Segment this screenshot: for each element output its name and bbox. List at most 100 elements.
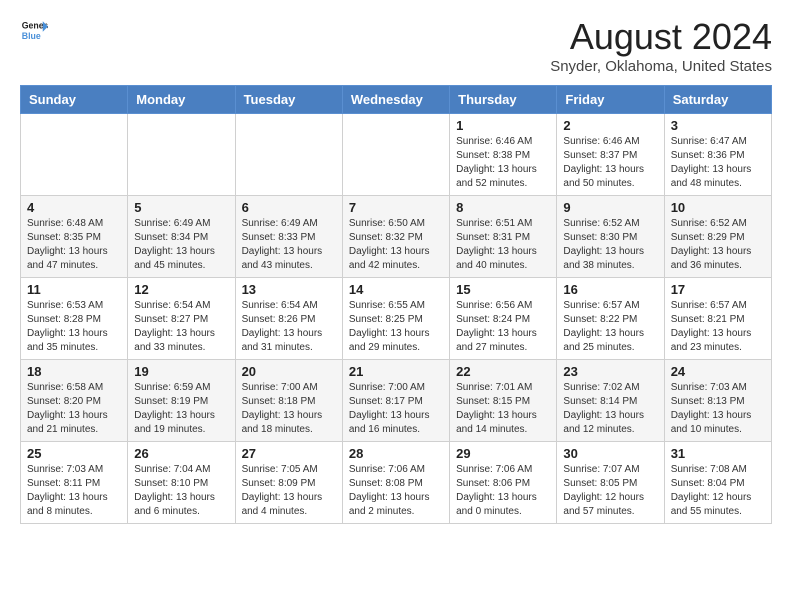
day-number: 1 (456, 118, 550, 133)
weekday-header-row: SundayMondayTuesdayWednesdayThursdayFrid… (21, 86, 772, 114)
calendar-cell (342, 114, 449, 196)
title-area: August 2024 Snyder, Oklahoma, United Sta… (550, 16, 772, 75)
day-info: Sunrise: 6:46 AM Sunset: 8:38 PM Dayligh… (456, 135, 550, 191)
calendar-cell (235, 114, 342, 196)
calendar-cell: 8 Sunrise: 6:51 AM Sunset: 8:31 PM Daylig… (450, 196, 557, 278)
day-info: Sunrise: 6:57 AM Sunset: 8:22 PM Dayligh… (563, 299, 657, 355)
day-number: 30 (563, 446, 657, 461)
day-number: 19 (134, 364, 228, 379)
day-number: 21 (349, 364, 443, 379)
calendar-cell: 25 Sunrise: 7:03 AM Sunset: 8:11 PM Dayli… (21, 442, 128, 524)
day-number: 4 (27, 200, 121, 215)
calendar-cell: 24 Sunrise: 7:03 AM Sunset: 8:13 PM Dayli… (664, 360, 771, 442)
calendar-cell: 2 Sunrise: 6:46 AM Sunset: 8:37 PM Daylig… (557, 114, 664, 196)
day-number: 5 (134, 200, 228, 215)
day-info: Sunrise: 6:49 AM Sunset: 8:34 PM Dayligh… (134, 217, 228, 273)
day-number: 25 (27, 446, 121, 461)
day-number: 6 (242, 200, 336, 215)
calendar-table: SundayMondayTuesdayWednesdayThursdayFrid… (20, 85, 772, 524)
calendar-week-4: 25 Sunrise: 7:03 AM Sunset: 8:11 PM Dayli… (21, 442, 772, 524)
day-info: Sunrise: 6:57 AM Sunset: 8:21 PM Dayligh… (671, 299, 765, 355)
calendar-cell: 12Sunrise: 6:54 AM Sunset: 8:27 PM Dayli… (128, 278, 235, 360)
day-info: Sunrise: 6:48 AM Sunset: 8:35 PM Dayligh… (27, 217, 121, 273)
calendar-cell: 31Sunrise: 7:08 AM Sunset: 8:04 PM Dayli… (664, 442, 771, 524)
main-title: August 2024 (550, 16, 772, 58)
calendar-cell: 6Sunrise: 6:49 AM Sunset: 8:33 PM Daylig… (235, 196, 342, 278)
day-info: Sunrise: 6:52 AM Sunset: 8:29 PM Dayligh… (671, 217, 765, 273)
day-info: Sunrise: 6:46 AM Sunset: 8:37 PM Dayligh… (563, 135, 657, 191)
day-info: Sunrise: 7:04 AM Sunset: 8:10 PM Dayligh… (134, 463, 228, 519)
day-number: 26 (134, 446, 228, 461)
calendar-cell: 23 Sunrise: 7:02 AM Sunset: 8:14 PM Dayli… (557, 360, 664, 442)
day-info: Sunrise: 7:00 AM Sunset: 8:18 PM Dayligh… (242, 381, 336, 437)
day-number: 24 (671, 364, 765, 379)
day-number: 3 (671, 118, 765, 133)
calendar-cell: 29Sunrise: 7:06 AM Sunset: 8:06 PM Dayli… (450, 442, 557, 524)
calendar-cell: 26 Sunrise: 7:04 AM Sunset: 8:10 PM Dayli… (128, 442, 235, 524)
weekday-header-sunday: Sunday (21, 86, 128, 114)
calendar-cell: 21Sunrise: 7:00 AM Sunset: 8:17 PM Dayli… (342, 360, 449, 442)
day-number: 11 (27, 282, 121, 297)
calendar-header: SundayMondayTuesdayWednesdayThursdayFrid… (21, 86, 772, 114)
calendar-cell: 5 Sunrise: 6:49 AM Sunset: 8:34 PM Daylig… (128, 196, 235, 278)
calendar-cell: 4 Sunrise: 6:48 AM Sunset: 8:35 PM Daylig… (21, 196, 128, 278)
day-number: 2 (563, 118, 657, 133)
calendar-week-1: 4 Sunrise: 6:48 AM Sunset: 8:35 PM Daylig… (21, 196, 772, 278)
calendar-cell: 18Sunrise: 6:58 AM Sunset: 8:20 PM Dayli… (21, 360, 128, 442)
day-info: Sunrise: 7:06 AM Sunset: 8:06 PM Dayligh… (456, 463, 550, 519)
calendar-cell: 13Sunrise: 6:54 AM Sunset: 8:26 PM Dayli… (235, 278, 342, 360)
logo-icon: General Blue (20, 16, 48, 44)
calendar-cell: 19Sunrise: 6:59 AM Sunset: 8:19 PM Dayli… (128, 360, 235, 442)
calendar-cell: 15 Sunrise: 6:56 AM Sunset: 8:24 PM Dayli… (450, 278, 557, 360)
calendar-cell: 11 Sunrise: 6:53 AM Sunset: 8:28 PM Dayli… (21, 278, 128, 360)
calendar-cell: 20Sunrise: 7:00 AM Sunset: 8:18 PM Dayli… (235, 360, 342, 442)
day-info: Sunrise: 6:56 AM Sunset: 8:24 PM Dayligh… (456, 299, 550, 355)
svg-text:Blue: Blue (22, 31, 41, 41)
calendar-cell (21, 114, 128, 196)
day-info: Sunrise: 7:03 AM Sunset: 8:13 PM Dayligh… (671, 381, 765, 437)
calendar-week-2: 11 Sunrise: 6:53 AM Sunset: 8:28 PM Dayli… (21, 278, 772, 360)
day-number: 23 (563, 364, 657, 379)
day-number: 14 (349, 282, 443, 297)
day-info: Sunrise: 7:05 AM Sunset: 8:09 PM Dayligh… (242, 463, 336, 519)
day-info: Sunrise: 6:58 AM Sunset: 8:20 PM Dayligh… (27, 381, 121, 437)
day-number: 17 (671, 282, 765, 297)
weekday-header-thursday: Thursday (450, 86, 557, 114)
calendar-cell: 10Sunrise: 6:52 AM Sunset: 8:29 PM Dayli… (664, 196, 771, 278)
calendar-body: 1 Sunrise: 6:46 AM Sunset: 8:38 PM Daylig… (21, 114, 772, 524)
day-number: 7 (349, 200, 443, 215)
day-info: Sunrise: 7:03 AM Sunset: 8:11 PM Dayligh… (27, 463, 121, 519)
day-info: Sunrise: 7:02 AM Sunset: 8:14 PM Dayligh… (563, 381, 657, 437)
day-number: 8 (456, 200, 550, 215)
subtitle: Snyder, Oklahoma, United States (550, 58, 772, 75)
calendar-cell: 1 Sunrise: 6:46 AM Sunset: 8:38 PM Daylig… (450, 114, 557, 196)
day-info: Sunrise: 6:53 AM Sunset: 8:28 PM Dayligh… (27, 299, 121, 355)
day-info: Sunrise: 6:50 AM Sunset: 8:32 PM Dayligh… (349, 217, 443, 273)
logo: General Blue (20, 16, 48, 44)
calendar-cell: 14 Sunrise: 6:55 AM Sunset: 8:25 PM Dayli… (342, 278, 449, 360)
calendar-cell (128, 114, 235, 196)
day-number: 31 (671, 446, 765, 461)
day-number: 27 (242, 446, 336, 461)
weekday-header-monday: Monday (128, 86, 235, 114)
day-number: 9 (563, 200, 657, 215)
calendar-cell: 16Sunrise: 6:57 AM Sunset: 8:22 PM Dayli… (557, 278, 664, 360)
calendar-cell: 7 Sunrise: 6:50 AM Sunset: 8:32 PM Daylig… (342, 196, 449, 278)
day-number: 22 (456, 364, 550, 379)
day-info: Sunrise: 6:51 AM Sunset: 8:31 PM Dayligh… (456, 217, 550, 273)
day-info: Sunrise: 6:52 AM Sunset: 8:30 PM Dayligh… (563, 217, 657, 273)
calendar-week-0: 1 Sunrise: 6:46 AM Sunset: 8:38 PM Daylig… (21, 114, 772, 196)
weekday-header-wednesday: Wednesday (342, 86, 449, 114)
weekday-header-saturday: Saturday (664, 86, 771, 114)
day-info: Sunrise: 7:07 AM Sunset: 8:05 PM Dayligh… (563, 463, 657, 519)
calendar-cell: 27 Sunrise: 7:05 AM Sunset: 8:09 PM Dayli… (235, 442, 342, 524)
calendar-cell: 3Sunrise: 6:47 AM Sunset: 8:36 PM Daylig… (664, 114, 771, 196)
day-number: 28 (349, 446, 443, 461)
day-number: 13 (242, 282, 336, 297)
day-number: 12 (134, 282, 228, 297)
day-number: 15 (456, 282, 550, 297)
calendar-cell: 9 Sunrise: 6:52 AM Sunset: 8:30 PM Daylig… (557, 196, 664, 278)
day-info: Sunrise: 6:55 AM Sunset: 8:25 PM Dayligh… (349, 299, 443, 355)
header: General Blue August 2024 Snyder, Oklahom… (20, 16, 772, 75)
weekday-header-friday: Friday (557, 86, 664, 114)
